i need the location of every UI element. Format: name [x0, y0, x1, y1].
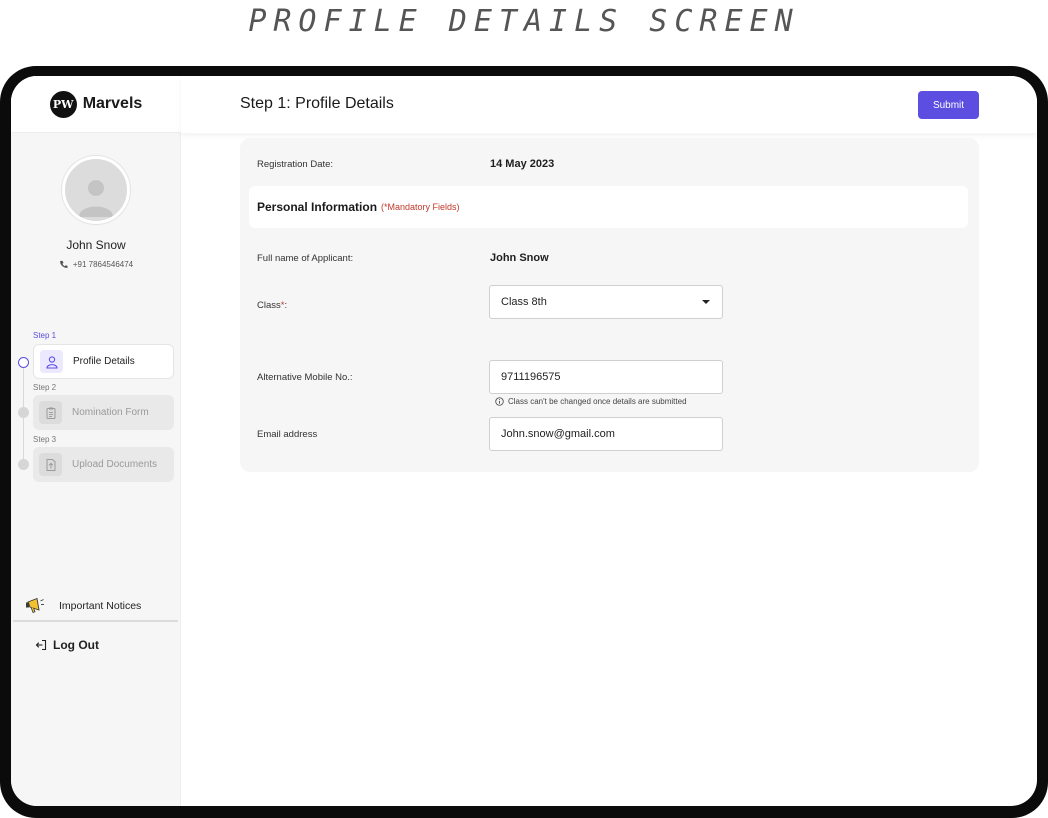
megaphone-icon — [26, 597, 44, 614]
class-hint-text: Class can't be changed once details are … — [508, 397, 687, 406]
registration-date-label: Registration Date: — [257, 159, 334, 170]
sidebar-divider — [13, 620, 178, 622]
phone-icon — [59, 260, 68, 268]
user-name: John Snow — [66, 238, 126, 252]
user-phone: +91 7864546474 — [72, 260, 134, 269]
user-silhouette-icon — [79, 180, 113, 217]
class-select[interactable]: Class 8th — [489, 285, 723, 319]
class-hint: Class can't be changed once details are … — [495, 397, 687, 406]
important-notices-label: Important Notices — [59, 600, 142, 612]
fullname-label: Full name of Applicant: — [257, 253, 354, 264]
brand[interactable]: PW Marvels — [11, 76, 181, 133]
screen-caption: PROFILE DETAILS SCREEN — [248, 4, 800, 39]
email-label: Email address — [257, 429, 318, 440]
class-select-value: Class 8th — [501, 296, 547, 308]
step-2-label: Step 2 — [33, 383, 57, 392]
logout-icon — [35, 639, 47, 651]
step-1-label: Step 1 — [33, 331, 57, 340]
logout-button[interactable]: Log Out — [35, 638, 99, 652]
fullname-value: John Snow — [490, 252, 549, 264]
step-1-title: Profile Details — [73, 356, 135, 367]
user-phone-row: +91 7864546474 — [11, 260, 181, 269]
step-2-title: Nomination Form — [72, 407, 149, 418]
brand-logo-icon: PW — [49, 90, 77, 118]
step-2-indicator — [18, 407, 29, 418]
alternative-mobile-input[interactable]: 9711196575 — [489, 360, 723, 394]
personal-information-header: Personal Information (*Mandatory Fields) — [249, 186, 968, 228]
logout-label: Log Out — [53, 638, 99, 652]
step-nomination-form[interactable]: Nomination Form — [33, 395, 174, 430]
clipboard-icon — [39, 401, 62, 424]
registration-date-value: 14 May 2023 — [490, 158, 555, 170]
page-title: Step 1: Profile Details — [240, 95, 394, 112]
mandatory-note: (*Mandatory Fields) — [381, 202, 460, 212]
top-header: Step 1: Profile Details Submit — [181, 76, 1037, 133]
email-input[interactable]: John.snow@gmail.com — [489, 417, 723, 451]
class-label-text: Class — [257, 300, 281, 311]
class-label: Class*: — [257, 300, 287, 311]
step-3-indicator — [18, 459, 29, 470]
step-3-title: Upload Documents — [72, 459, 158, 470]
step-1-indicator — [18, 357, 29, 368]
step-profile-details[interactable]: Profile Details — [33, 344, 174, 379]
important-notices-link[interactable]: Important Notices — [25, 594, 175, 618]
class-label-colon: : — [284, 300, 288, 311]
alternative-mobile-label: Alternative Mobile No.: — [257, 372, 353, 383]
info-icon — [495, 397, 504, 406]
step-upload-documents[interactable]: Upload Documents — [33, 447, 174, 482]
submit-button[interactable]: Submit — [918, 91, 979, 119]
chevron-down-icon — [702, 300, 710, 304]
app-screen: PW Marvels John Snow +91 7864546474 Step… — [11, 76, 1037, 806]
sidebar: PW Marvels John Snow +91 7864546474 Step… — [11, 76, 181, 806]
brand-name: Marvels — [82, 95, 143, 112]
user-icon — [40, 350, 63, 373]
section-title: Personal Information — [257, 200, 378, 214]
step-3-label: Step 3 — [33, 435, 57, 444]
upload-icon — [39, 453, 62, 476]
tablet-frame: PW Marvels John Snow +91 7864546474 Step… — [0, 66, 1048, 818]
avatar[interactable] — [62, 156, 130, 224]
